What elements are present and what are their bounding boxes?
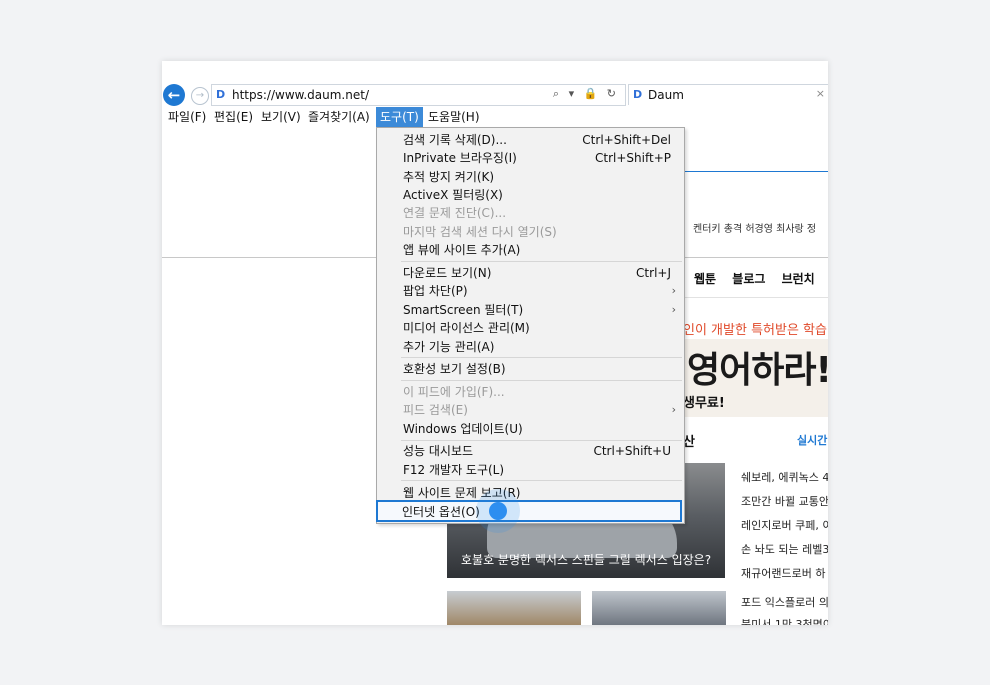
menu-item-performance-dashboard[interactable]: 성능 대시보드 Ctrl+Shift+U [377, 442, 684, 460]
menu-favorites[interactable]: 즐겨찾기(A) [304, 107, 374, 127]
forward-button[interactable]: → [191, 87, 209, 105]
tab-blog[interactable]: 블로그 [732, 272, 765, 286]
menu-item-manage-addons[interactable]: 추가 기능 관리(A) [377, 338, 684, 356]
menu-item-feed-discovery: 피드 검색(E) › [403, 403, 676, 417]
submenu-arrow-icon: › [671, 303, 676, 316]
address-bar[interactable]: D https://www.daum.net/ ⌕ ▾ 🔒 ↻ [211, 84, 626, 106]
list-item[interactable]: 재규어랜드로버 하 [741, 562, 828, 586]
menu-item-compatibility-view[interactable]: 호환성 보기 설정(B) [377, 360, 684, 378]
tools-dropdown-menu: 검색 기록 삭제(D)... Ctrl+Shift+Del InPrivate 브… [376, 127, 685, 524]
back-button[interactable]: ← [163, 84, 185, 106]
menu-item-add-site-apps[interactable]: 앱 뷰에 사이트 추가(A) [377, 241, 684, 259]
menu-bar: 파일(F) 편집(E) 보기(V) 즐겨찾기(A) 도구(T) 도움말(H) [162, 107, 828, 127]
menu-file[interactable]: 파일(F) [164, 107, 210, 127]
submenu-arrow-icon: › [671, 403, 676, 416]
realtime-link[interactable]: 실시간 [797, 432, 827, 448]
menu-separator [401, 480, 682, 481]
menu-item-diagnose-connection: 연결 문제 진단(C)... [403, 206, 507, 220]
list-item[interactable]: 포드 익스플로러 의 [741, 592, 828, 614]
close-tab-icon[interactable]: × [816, 87, 825, 100]
menu-item-media-licenses[interactable]: 미디어 라이선스 관리(M) [377, 319, 684, 337]
menu-separator [401, 380, 682, 381]
menu-item-delete-history[interactable]: 검색 기록 삭제(D)... Ctrl+Shift+Del [377, 131, 684, 149]
list-item[interactable]: 쉐보레, 에퀴녹스 4 [741, 466, 828, 490]
menu-separator [401, 357, 682, 358]
ad-big-text: 영어하라! [687, 350, 828, 391]
menu-item-f12-devtools[interactable]: F12 개발자 도구(L) [377, 461, 684, 479]
menu-tools[interactable]: 도구(T) [376, 107, 423, 127]
menu-view[interactable]: 보기(V) [257, 107, 305, 127]
address-row: ← → D https://www.daum.net/ ⌕ ▾ 🔒 ↻ D Da… [162, 83, 828, 107]
address-actions-icons[interactable]: ⌕ ▾ 🔒 ↻ [553, 87, 619, 101]
shortcut-label: Ctrl+J [636, 266, 671, 280]
shortcut-label: Ctrl+Shift+U [593, 444, 671, 458]
internet-options-label: 인터넷 옵션(O) [402, 505, 480, 519]
title-strip [162, 61, 828, 83]
nav-divider [683, 297, 828, 298]
list-item[interactable]: 손 놔도 되는 레벨3 [741, 538, 828, 562]
submenu-arrow-icon: › [671, 284, 676, 297]
list-item[interactable]: 조만간 바뀔 교통안 [741, 490, 828, 514]
menu-item-subscribe-feed: 이 피드에 가입(F)... [403, 385, 505, 399]
news-thumbnail[interactable] [447, 591, 581, 625]
shortcut-label: Ctrl+Shift+Del [582, 133, 671, 147]
list-item[interactable]: 레인지로버 쿠페, 이 [741, 514, 828, 538]
menu-item-windows-update[interactable]: Windows 업데이트(U) [377, 420, 684, 438]
menu-separator [401, 440, 682, 441]
daum-favicon-icon: D [216, 88, 226, 101]
menu-item-smartscreen[interactable]: SmartScreen 필터(T) › [377, 301, 684, 319]
ad-headline[interactable]: 인이 개발한 특허받은 학습법 [683, 319, 828, 338]
tab-title: Daum [648, 88, 684, 102]
service-tabs: 웹툰 블로그 브런치 사전 [694, 270, 828, 287]
tab-brunch[interactable]: 브런치 [782, 272, 815, 286]
news-list: 쉐보레, 에퀴녹스 4 조만간 바뀔 교통안 레인지로버 쿠페, 이 손 놔도 … [741, 466, 828, 586]
shortcut-label: Ctrl+Shift+P [595, 151, 671, 165]
menu-separator [401, 261, 682, 262]
url-text[interactable]: https://www.daum.net/ [232, 88, 369, 102]
menu-item-reopen-session: 마지막 검색 세션 다시 열기(S) [403, 225, 557, 239]
featured-news-caption[interactable]: 호불호 분명한 렉서스 스핀들 그릴 렉서스 입장은? [461, 551, 711, 568]
menu-item-popup-blocker[interactable]: 팝업 차단(P) › [377, 282, 684, 300]
menu-item-internet-options[interactable]: 인터넷 옵션(O) [376, 500, 682, 522]
search-underline [683, 171, 828, 172]
menu-item-activex-filtering[interactable]: ActiveX 필터링(X) [377, 186, 684, 204]
tab-favicon-icon: D [633, 88, 643, 101]
news-thumbnail[interactable] [592, 591, 726, 625]
news-list-2: 포드 익스플로러 의 북미서 1만 3천명이 [741, 592, 828, 625]
menu-edit[interactable]: 편집(E) [210, 107, 257, 127]
ad-subtext: 생무료! [683, 396, 725, 411]
menu-item-view-downloads[interactable]: 다운로드 보기(N) Ctrl+J [377, 264, 684, 282]
menu-item-tracking-protection[interactable]: 추적 방지 켜기(K) [377, 168, 684, 186]
list-item[interactable]: 북미서 1만 3천명이 [741, 614, 828, 625]
tab-daum[interactable]: D Daum × [628, 84, 828, 105]
menu-item-inprivate[interactable]: InPrivate 브라우징(I) Ctrl+Shift+P [377, 149, 684, 167]
tab-webtoon[interactable]: 웹툰 [694, 272, 716, 286]
click-indicator-icon [489, 502, 507, 520]
trending-keywords[interactable]: 켄터키 총격 허경영 최사랑 정 [693, 220, 816, 235]
menu-help[interactable]: 도움말(H) [424, 107, 484, 127]
